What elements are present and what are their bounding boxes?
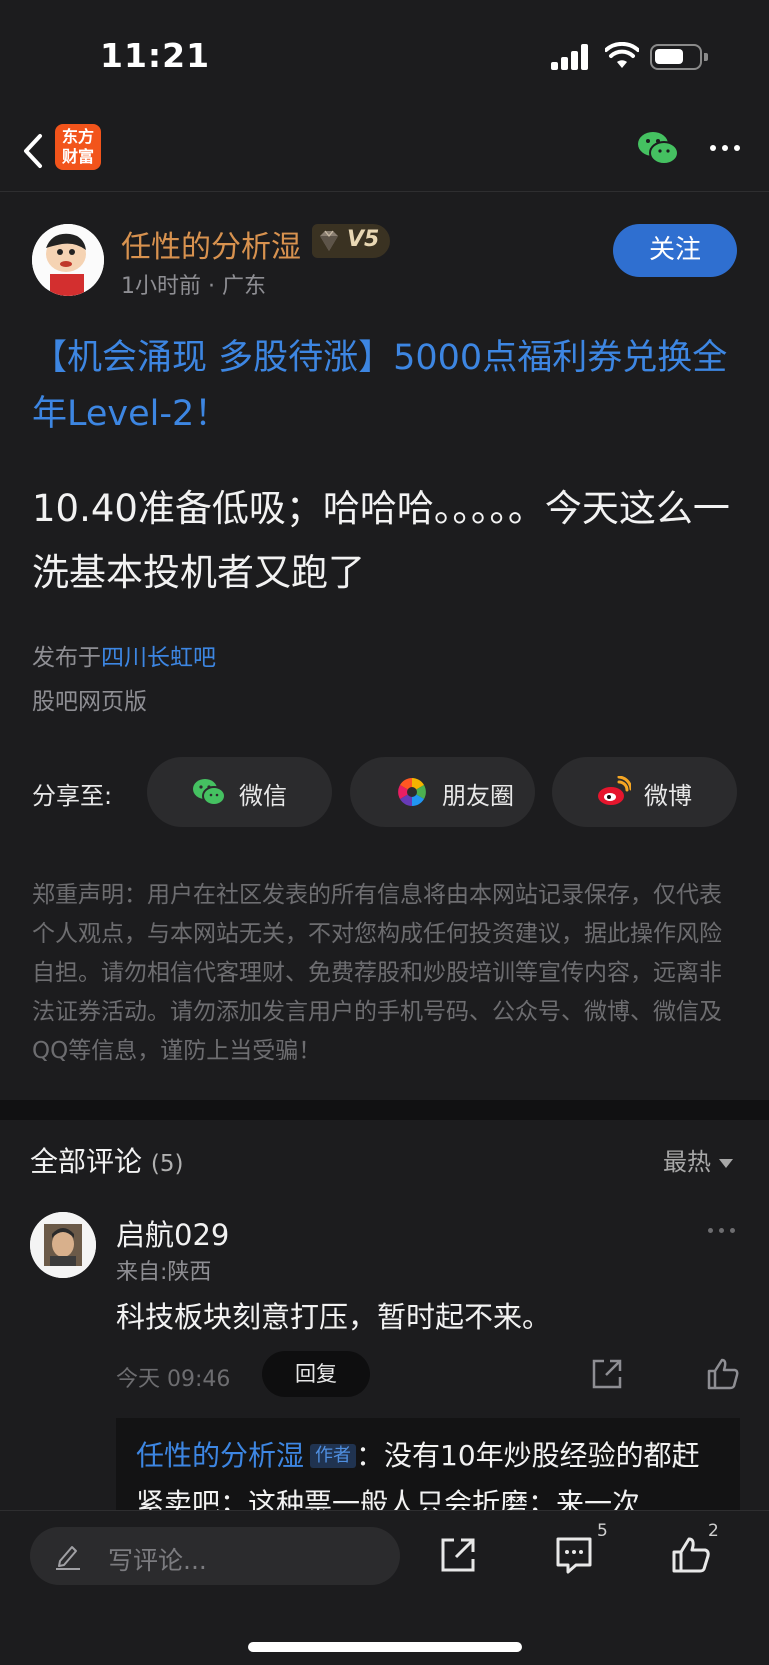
share-weibo-button[interactable]: 微博 bbox=[552, 757, 737, 827]
share-moments-label: 朋友圈 bbox=[442, 782, 514, 810]
source-prefix: 发布于 bbox=[32, 645, 101, 671]
status-time: 11:21 bbox=[100, 36, 211, 75]
comment-share-icon[interactable] bbox=[590, 1357, 624, 1391]
cellular-signal-icon bbox=[551, 44, 591, 70]
level-text: V5 bbox=[347, 227, 380, 252]
reply-button[interactable]: 回复 bbox=[262, 1351, 370, 1397]
sort-dropdown[interactable]: 最热 bbox=[663, 1142, 733, 1177]
section-divider bbox=[0, 1100, 769, 1120]
sort-label: 最热 bbox=[663, 1148, 711, 1176]
reply-line: 任性的分析湿 作者 ：没有10年炒股经验的都赶紧卖吧；这种票一般人只会折磨；来一次 bbox=[136, 1432, 720, 1510]
author-name[interactable]: 任性的分析湿 bbox=[121, 222, 301, 266]
share-wechat-label: 微信 bbox=[239, 782, 287, 810]
post-meta: 1小时前 · 广东 bbox=[121, 274, 266, 299]
post-source: 发布于四川长虹吧 bbox=[32, 638, 216, 672]
reply-preview[interactable]: 任性的分析湿 作者 ：没有10年炒股经验的都赶紧卖吧；这种票一般人只会折磨；来一次 bbox=[116, 1418, 740, 1510]
moments-icon bbox=[398, 778, 426, 806]
wifi-icon bbox=[605, 42, 639, 68]
reply-author[interactable]: 任性的分析湿 bbox=[136, 1439, 304, 1472]
post-body: 10.40准备低吸；哈哈哈。。。。。今天这么一洗基本投机者又跑了 bbox=[32, 487, 730, 594]
back-icon[interactable] bbox=[14, 126, 54, 176]
comment-text: 科技板块刻意打压，暂时起不来。 bbox=[116, 1300, 552, 1334]
weibo-icon bbox=[598, 776, 631, 805]
commenter-avatar[interactable] bbox=[30, 1212, 96, 1278]
comments-header: 全部评论 (5) bbox=[30, 1140, 184, 1180]
comments-title: 全部评论 bbox=[30, 1145, 143, 1178]
commenter-name[interactable]: 启航029 bbox=[116, 1212, 229, 1254]
nav-bar: 东方 财富 bbox=[0, 110, 769, 192]
share-label: 分享至: bbox=[32, 782, 113, 810]
logo-line2: 财富 bbox=[61, 147, 94, 166]
follow-button[interactable]: 关注 bbox=[613, 224, 737, 277]
disclaimer-text: 郑重声明：用户在社区发表的所有信息将由本网站记录保存，仅代表个人观点，与本网站无… bbox=[32, 882, 722, 1064]
comment-placeholder: 写评论... bbox=[108, 1546, 207, 1575]
wechat-icon bbox=[193, 779, 226, 806]
pen-icon bbox=[56, 1546, 80, 1570]
comment-more-icon[interactable] bbox=[708, 1228, 738, 1234]
home-indicator[interactable] bbox=[248, 1642, 522, 1652]
commenter-avatar-image bbox=[30, 1212, 96, 1278]
share-weibo-label: 微博 bbox=[644, 782, 692, 810]
logo-line1: 东方 bbox=[61, 127, 94, 146]
battery-icon bbox=[650, 44, 708, 70]
post-title[interactable]: 【机会涌现 多股待涨】5000点福利券兑换全年Level-2！ bbox=[32, 330, 742, 442]
comments-count: (5) bbox=[150, 1151, 184, 1177]
wechat-share-icon[interactable] bbox=[636, 128, 680, 168]
like-count-badge: 2 bbox=[708, 1521, 719, 1541]
like-icon[interactable] bbox=[671, 1535, 711, 1575]
status-bar: 11:21 bbox=[0, 0, 769, 110]
share-moments-button[interactable]: 朋友圈 bbox=[350, 757, 535, 827]
share-icon[interactable] bbox=[438, 1535, 478, 1575]
comment-time: 今天 09:46 bbox=[116, 1367, 231, 1392]
author-avatar[interactable] bbox=[32, 224, 104, 296]
comment-like-icon[interactable] bbox=[706, 1357, 740, 1391]
source-forum-link[interactable]: 四川长虹吧 bbox=[101, 645, 216, 671]
avatar-image bbox=[32, 224, 104, 296]
bottom-action-bar: 写评论... 5 2 bbox=[0, 1510, 769, 1665]
author-tag: 作者 bbox=[310, 1444, 357, 1468]
post-client: 股吧网页版 bbox=[32, 689, 147, 715]
app-logo: 东方 财富 bbox=[55, 124, 101, 170]
comment-count-badge: 5 bbox=[597, 1521, 608, 1541]
commenter-location: 来自:陕西 bbox=[116, 1260, 212, 1285]
caret-down-icon bbox=[719, 1158, 733, 1168]
comment-input[interactable]: 写评论... bbox=[30, 1527, 400, 1585]
comment-icon[interactable] bbox=[554, 1535, 594, 1575]
more-options-icon[interactable] bbox=[710, 145, 744, 153]
level-badge: V5 bbox=[312, 224, 390, 258]
diamond-icon bbox=[320, 230, 338, 251]
share-wechat-button[interactable]: 微信 bbox=[147, 757, 332, 827]
